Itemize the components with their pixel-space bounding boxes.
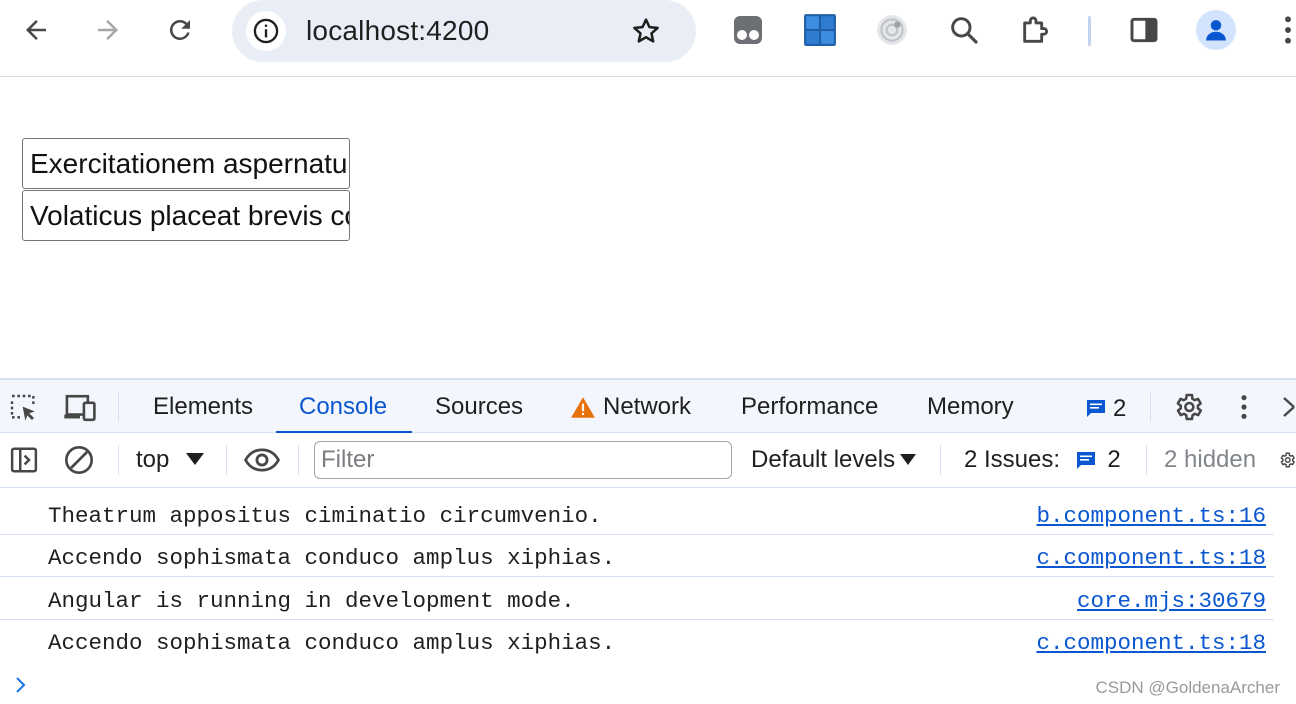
reload-button[interactable] [158, 8, 202, 52]
profile-avatar[interactable] [1196, 10, 1236, 50]
extension-grid-icon[interactable] [798, 8, 842, 52]
levels-caret-icon[interactable] [900, 454, 916, 465]
toolbar-divider [0, 76, 1296, 77]
console-message-text: Accendo sophismata conduco amplus xiphia… [48, 630, 616, 656]
address-bar[interactable]: localhost:4200 [232, 0, 696, 62]
tab-sources[interactable]: Sources [435, 380, 523, 433]
console-filter-bar: top Default levels 2 Issues: 2 2 hidden [0, 433, 1296, 488]
issues-label: 2 Issues: [964, 446, 1061, 473]
message-badge-count[interactable]: 2 [1113, 395, 1126, 423]
console-settings-gear-icon[interactable] [1278, 443, 1296, 477]
text-input-1[interactable] [22, 138, 350, 189]
tab-elements[interactable]: Elements [153, 380, 253, 433]
tab-network[interactable]: Network [603, 380, 691, 433]
site-info-icon[interactable] [246, 11, 286, 51]
browser-toolbar: localhost:4200 [0, 0, 1296, 62]
console-message-text: Accendo sophismata conduco amplus xiphia… [48, 545, 616, 571]
context-selector[interactable]: top [136, 445, 169, 475]
message-icon[interactable] [1084, 397, 1108, 419]
console-message: Accendo sophismata conduco amplus xiphia… [0, 620, 1274, 662]
browser-menu-icon[interactable] [1266, 8, 1296, 52]
search-icon[interactable] [942, 8, 986, 52]
tab-memory[interactable]: Memory [927, 380, 1014, 433]
back-button[interactable] [14, 8, 58, 52]
side-panel-icon[interactable] [1122, 8, 1166, 52]
live-expression-eye-icon[interactable] [242, 444, 282, 476]
issues-message-icon [1076, 452, 1095, 469]
log-levels-dropdown[interactable]: Default levels [751, 445, 895, 475]
devtools-tab-bar: Elements Console Sources Network Perform… [0, 378, 1296, 434]
sidebar-toggle-icon[interactable] [8, 444, 40, 476]
console-filter-input[interactable] [314, 441, 732, 479]
bookmark-star-icon[interactable] [626, 11, 666, 51]
console-message: Accendo sophismata conduco amplus xiphia… [0, 535, 1274, 577]
console-message: Angular is running in development mode. … [0, 578, 1274, 620]
console-prompt[interactable] [14, 675, 30, 695]
extensions-puzzle-icon[interactable] [1014, 8, 1058, 52]
console-message-text: Theatrum appositus ciminatio circumvenio… [48, 503, 602, 529]
context-caret-icon[interactable] [186, 453, 204, 465]
prompt-chevron-icon [16, 677, 26, 693]
arrow-right-icon [98, 20, 118, 40]
console-message-source-link[interactable]: c.component.ts:18 [1036, 630, 1266, 656]
console-message-text: Angular is running in development mode. [48, 588, 575, 614]
console-message-source-link[interactable]: core.mjs:30679 [1077, 588, 1266, 614]
watermark: CSDN @GoldenaArcher [1095, 678, 1281, 697]
extension-target-icon[interactable] [870, 8, 914, 52]
devtools-menu-icon[interactable] [1232, 391, 1256, 423]
tab-console[interactable]: Console [299, 380, 387, 433]
tab-performance[interactable]: Performance [741, 380, 878, 433]
issues-counter[interactable]: 2 Issues: 2 [964, 445, 1121, 475]
device-toolbar-icon[interactable] [62, 390, 98, 426]
forward-button[interactable] [86, 8, 130, 52]
inspect-element-icon[interactable] [6, 390, 42, 426]
toolbar-separator [1088, 16, 1091, 46]
hidden-messages-count: 2 hidden [1164, 446, 1257, 473]
reload-icon [169, 19, 190, 40]
warning-icon [569, 395, 597, 419]
url-text[interactable]: localhost:4200 [306, 14, 489, 48]
clear-console-icon[interactable] [62, 443, 96, 477]
person-icon [1206, 20, 1226, 41]
console-message: Theatrum appositus ciminatio circumvenio… [0, 493, 1274, 535]
issues-count: 2 [1107, 446, 1121, 473]
extension-tampermonkey-icon[interactable] [726, 8, 770, 52]
text-input-2[interactable] [22, 190, 350, 241]
console-message-source-link[interactable]: c.component.ts:18 [1036, 545, 1266, 571]
settings-gear-icon[interactable] [1170, 389, 1206, 425]
close-devtools-icon[interactable] [1278, 393, 1296, 421]
arrow-left-icon [26, 20, 46, 40]
console-message-source-link[interactable]: b.component.ts:16 [1036, 503, 1266, 529]
console-output: Theatrum appositus ciminatio circumvenio… [0, 489, 1296, 704]
